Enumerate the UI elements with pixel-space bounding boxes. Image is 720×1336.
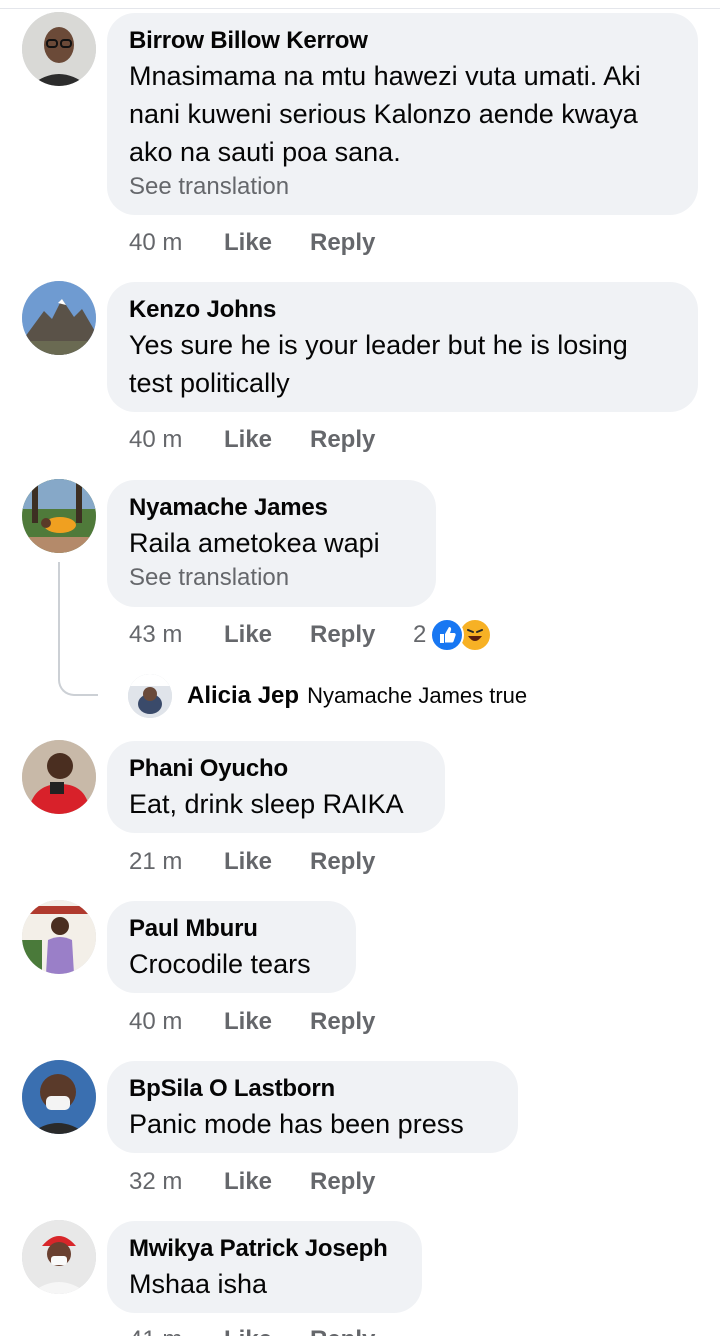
comment-text: Panic mode has been press [129,1109,464,1139]
comment-text: Eat, drink sleep RAIKA [129,789,404,819]
reply-button[interactable]: Reply [310,1008,410,1036]
comment-actions: 21 m Like Reply [129,844,410,880]
reply-button[interactable]: Reply [310,621,410,649]
avatar[interactable] [22,740,96,814]
like-button[interactable]: Like [224,229,310,257]
comment-bubble: Kenzo Johns Yes sure he is your leader b… [107,282,698,412]
comment-text: Mnasimama na mtu hawezi vuta umati. Aki … [129,61,641,167]
avatar[interactable] [22,900,96,974]
reply-button[interactable]: Reply [310,229,410,257]
reply-preview[interactable]: Alicia Jep Nyamache James true [128,674,527,718]
comment-text: Yes sure he is your leader but he is los… [129,330,628,398]
commenter-name[interactable]: Birrow Billow Kerrow [129,25,676,57]
reply-button[interactable]: Reply [310,426,410,454]
comment-timestamp[interactable]: 40 m [129,426,224,454]
avatar[interactable] [22,12,96,86]
comment-timestamp[interactable]: 40 m [129,229,224,257]
avatar [128,674,172,718]
like-button[interactable]: Like [224,1008,310,1036]
comment-bubble: Paul Mburu Crocodile tears [107,901,356,993]
reply-button[interactable]: Reply [310,1168,410,1196]
like-reaction-icon [430,618,465,652]
comment-bubble: Birrow Billow Kerrow Mnasimama na mtu ha… [107,13,698,215]
like-button[interactable]: Like [224,1168,310,1196]
like-button[interactable]: Like [224,621,310,649]
like-button[interactable]: Like [224,1326,310,1336]
reaction-summary[interactable]: 2 [413,618,493,652]
commenter-name[interactable]: Mwikya Patrick Joseph [129,1233,400,1265]
reply-author-name[interactable]: Alicia Jep [187,682,299,710]
avatar[interactable] [22,1220,96,1294]
thread-connector [58,562,60,662]
comment-actions: 32 m Like Reply [129,1164,410,1200]
avatar[interactable] [22,479,96,553]
reply-button[interactable]: Reply [310,848,410,876]
commenter-name[interactable]: Kenzo Johns [129,294,676,326]
comment-bubble: Mwikya Patrick Joseph Mshaa isha [107,1221,422,1313]
commenter-name[interactable]: Paul Mburu [129,913,334,945]
comment-timestamp[interactable]: 40 m [129,1008,224,1036]
comment-timestamp[interactable]: 32 m [129,1168,224,1196]
comment-actions: 40 m Like Reply [129,422,410,458]
like-button[interactable]: Like [224,848,310,876]
comment-actions: 43 m Like Reply 2 [129,617,493,653]
comment-actions: 40 m Like Reply [129,225,410,261]
commenter-name[interactable]: BpSila O Lastborn [129,1073,496,1105]
comment-bubble: Phani Oyucho Eat, drink sleep RAIKA [107,741,445,833]
see-translation-link[interactable]: See translation [129,562,414,594]
top-divider [0,8,720,9]
avatar[interactable] [22,1060,96,1134]
reaction-count: 2 [413,621,427,648]
comment-text: Raila ametokea wapi [129,528,380,558]
comment-text: Mshaa isha [129,1269,268,1299]
comment-timestamp[interactable]: 21 m [129,848,224,876]
reply-text: Nyamache James true [307,683,528,708]
like-button[interactable]: Like [224,426,310,454]
see-translation-link[interactable]: See translation [129,171,676,203]
comment-bubble: BpSila O Lastborn Panic mode has been pr… [107,1061,518,1153]
thread-connector-curve [58,662,98,696]
reply-button[interactable]: Reply [310,1326,410,1336]
commenter-name[interactable]: Phani Oyucho [129,753,423,785]
comment-timestamp[interactable]: 41 m [129,1326,224,1336]
commenter-name[interactable]: Nyamache James [129,492,414,524]
comment-text: Crocodile tears [129,949,311,979]
avatar[interactable] [22,281,96,355]
comment-timestamp[interactable]: 43 m [129,621,224,649]
comment-actions: 40 m Like Reply [129,1004,410,1040]
comment-actions-clipped: 41 m Like Reply [129,1322,410,1336]
comment-bubble: Nyamache James Raila ametokea wapi See t… [107,480,436,607]
